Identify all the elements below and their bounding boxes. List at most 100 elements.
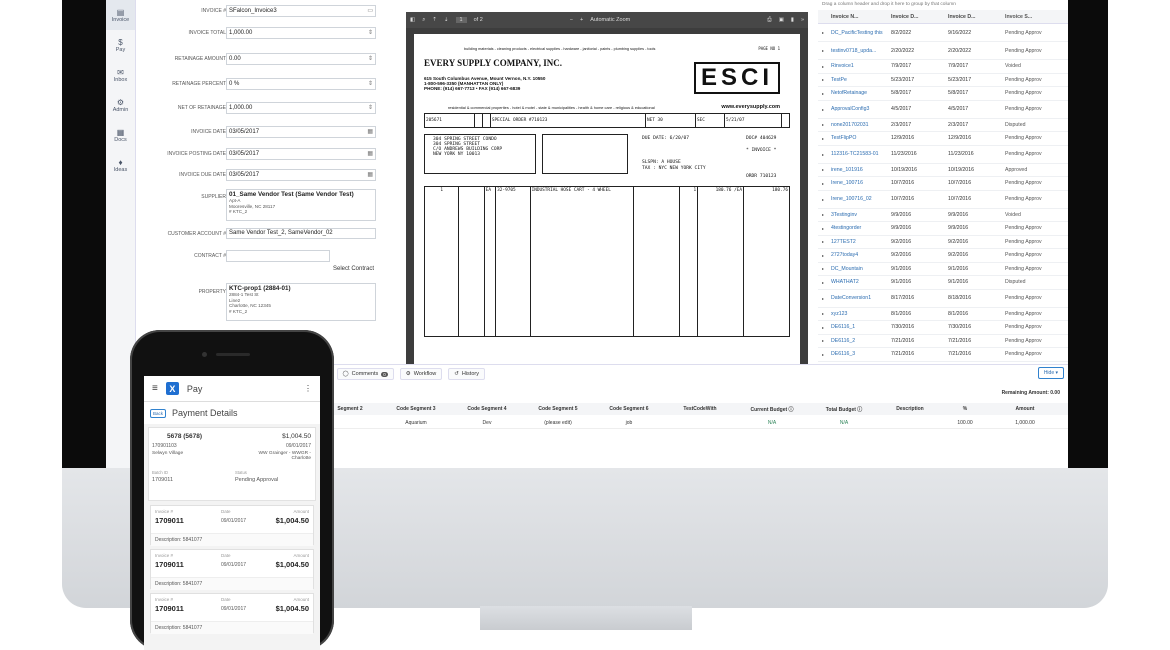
invoice-number-cell[interactable]: 112316-TC21583-01 (828, 151, 888, 157)
spinner-icon[interactable]: ⇕ (368, 79, 373, 89)
page-number-input[interactable]: 1 (455, 17, 467, 23)
table-row[interactable]: ▸ none201702031 2/3/2017 2/3/2017 Disputed (818, 119, 1068, 132)
coding-cell[interactable]: N/A (736, 420, 808, 426)
table-row[interactable]: ▸ NetofRetainage 5/8/2017 5/8/2017 Pending A… (818, 87, 1068, 101)
invoice-card[interactable]: Invoice #1709011 Date 09/01/2017 Amount $1,0… (150, 593, 314, 634)
column-header[interactable]: % (940, 406, 990, 412)
table-row[interactable]: ▸ xyz123 8/1/2016 8/1/2016 Pending Approv (818, 308, 1068, 321)
column-header[interactable]: Total Budget ⓘ (808, 406, 880, 413)
posting-date-field[interactable]: 03/05/2017 ▦ (226, 148, 376, 160)
spinner-icon[interactable]: ⇕ (368, 54, 373, 64)
table-row[interactable]: ▸ ApprovalConfig3 4/5/2017 4/5/2017 Pending … (818, 101, 1068, 119)
nav-item-admin[interactable]: ⚙ Admin (106, 90, 135, 120)
column-header[interactable]: TestCodeWith (664, 406, 736, 412)
invoice-number-cell[interactable]: DC_Mountain (828, 266, 888, 272)
table-row[interactable]: ▸ 4testingorder 9/9/2016 9/9/2016 Pending Ap… (818, 222, 1068, 236)
column-header[interactable]: Code Segment 4 (452, 406, 522, 412)
back-button[interactable]: Back (150, 408, 167, 418)
invoice-total-field[interactable]: 1,000.00 ⇕ (226, 27, 376, 39)
sidebar-toggle-icon[interactable]: ◧ (410, 17, 415, 23)
arrow-down-icon[interactable]: ⇣ (444, 17, 449, 23)
invoice-card[interactable]: Invoice #1709011 Date 09/01/2017 Amount $1,0… (150, 549, 314, 590)
expand-row-icon[interactable]: ▸ (818, 226, 828, 231)
expand-row-icon[interactable]: ▸ (818, 107, 828, 112)
table-row[interactable]: ▸ testinv0718_upda... 2/20/2022 2/20/2022 Pe… (818, 42, 1068, 60)
expand-row-icon[interactable]: ▸ (818, 296, 828, 301)
nav-item-ideas[interactable]: ♦ Ideas (106, 150, 135, 180)
table-row[interactable]: ▸ irene_101916 10/19/2016 10/19/2016 Approve… (818, 164, 1068, 177)
hamburger-menu-icon[interactable]: ≡ (152, 383, 158, 394)
coding-cell[interactable]: 1,000.00 (990, 420, 1060, 426)
bookmark-icon[interactable]: ▮ (791, 17, 794, 23)
tab-workflow[interactable]: ⚙ Workflow (399, 368, 443, 380)
invoice-date-field[interactable]: 03/05/2017 ▦ (226, 126, 376, 138)
coding-cell[interactable]: Dev (452, 420, 522, 426)
invoice-number-cell[interactable]: DE6116_3 (828, 351, 888, 357)
invoice-number-cell[interactable]: 3Testinginv (828, 212, 888, 218)
expand-row-icon[interactable]: ▸ (818, 253, 828, 258)
column-header[interactable]: Code Segment 3 (380, 406, 452, 412)
expand-row-icon[interactable]: ▸ (818, 325, 828, 330)
coding-cell[interactable]: Aquarium (380, 420, 452, 426)
table-row[interactable]: ▸ DE6116_3 7/21/2016 7/21/2016 Pending Appro… (818, 348, 1068, 362)
due-date-field[interactable]: 03/05/2017 ▦ (226, 169, 376, 181)
customer-account-field[interactable]: Same Vendor Test_2, SameVendor_02 (226, 228, 376, 239)
table-row[interactable]: ▸ DC_PacificTesting this 8/2/2022 9/16/2022… (818, 24, 1068, 42)
expand-row-icon[interactable]: ▸ (818, 212, 828, 217)
table-row[interactable]: ▸ DE6116_2 7/21/2016 7/21/2016 Pending Appro… (818, 335, 1068, 348)
table-row[interactable]: ▸ 112316-TC21583-01 11/23/2016 11/23/2016 Pe… (818, 146, 1068, 164)
coding-cell[interactable]: job (594, 420, 664, 426)
nav-item-docs[interactable]: ▦ Docs (106, 120, 135, 150)
expand-row-icon[interactable]: ▸ (818, 64, 828, 69)
select-contract-link[interactable]: Select Contract (333, 266, 374, 272)
download-icon[interactable]: ▣ (779, 17, 784, 23)
table-row[interactable]: ▸ TestPe 5/23/2017 5/23/2017 Pending Approv (818, 74, 1068, 87)
expand-row-icon[interactable]: ▸ (818, 239, 828, 244)
invoice-number-cell[interactable]: 4testingorder (828, 225, 888, 231)
table-row[interactable]: ▸ 3Testinginv 9/9/2016 9/9/2016 Voided (818, 209, 1068, 222)
invoice-number-field[interactable]: SFalcon_Invoice3 ▭ (226, 5, 376, 17)
supplier-field[interactable]: 01_Same Vendor Test (Same Vendor Test) A… (226, 189, 376, 221)
table-row[interactable]: ▸ DC_Mountain 9/1/2016 9/1/2016 Pending Appr… (818, 263, 1068, 276)
invoice-number-cell[interactable]: ApprovalConfig3 (828, 106, 888, 112)
expand-row-icon[interactable]: ▸ (818, 181, 828, 186)
property-field[interactable]: KTC-prop1 (2884-01) 2884-1 Test St Line2… (226, 283, 376, 321)
table-row[interactable]: ▸ WHATHAT2 9/1/2016 9/1/2016 Disputed (818, 276, 1068, 290)
coding-cell[interactable]: 100.00 (940, 420, 990, 426)
tab-comments[interactable]: ◯ Comments 0 (336, 368, 394, 380)
expand-row-icon[interactable]: ▸ (818, 338, 828, 343)
invoice-number-cell[interactable]: none201702031 (828, 122, 888, 128)
invoice-number-cell[interactable]: Irene_100716_02 (828, 196, 888, 202)
column-header[interactable]: Amount (990, 406, 1060, 412)
column-header[interactable]: Code Segment 6 (594, 406, 664, 412)
search-icon[interactable]: ⌕ (422, 17, 425, 24)
invoice-number-cell[interactable]: TestPe (828, 77, 888, 83)
expand-row-icon[interactable]: ▸ (818, 30, 828, 35)
invoice-number-cell[interactable]: irene_101916 (828, 167, 888, 173)
zoom-in-icon[interactable]: + (580, 17, 583, 23)
column-header[interactable]: Description (880, 406, 940, 412)
coding-table-row[interactable]: Aquarium Dev (please edit) job N/A N/A 100.00 1… (320, 417, 1068, 429)
retainage-amount-field[interactable]: 0.00 ⇕ (226, 53, 376, 65)
invoice-number-cell[interactable]: testinv0718_upda... (828, 48, 888, 54)
expand-row-icon[interactable]: ▸ (818, 136, 828, 141)
nav-item-invoice[interactable]: ▤ Invoice (106, 0, 135, 30)
expand-row-icon[interactable]: ▸ (818, 311, 828, 316)
expand-row-icon[interactable]: ▸ (818, 197, 828, 202)
expand-row-icon[interactable]: ▸ (818, 280, 828, 285)
more-tools-icon[interactable]: » (801, 17, 804, 23)
nav-item-pay[interactable]: $ Pay (106, 30, 135, 60)
spinner-icon[interactable]: ⇕ (368, 103, 373, 113)
invoice-card[interactable]: Invoice #1709011 Date 09/01/2017 Amount $1,0… (150, 505, 314, 546)
expand-row-icon[interactable]: ▸ (818, 91, 828, 96)
table-row[interactable]: ▸ DateConversion1 8/17/2016 8/18/2016 Pendin… (818, 290, 1068, 308)
invoice-number-cell[interactable]: Irene_100716 (828, 180, 888, 186)
column-header[interactable]: Code Segment 5 (522, 406, 594, 412)
table-row[interactable]: ▸ Rinvoice1 7/9/2017 7/9/2017 Voided (818, 60, 1068, 74)
calendar-icon[interactable]: ▦ (367, 127, 373, 137)
expand-row-icon[interactable]: ▸ (818, 77, 828, 82)
invoice-number-cell[interactable]: DE6116_2 (828, 338, 888, 344)
zoom-out-icon[interactable]: − (570, 17, 573, 23)
contract-field[interactable] (226, 250, 330, 262)
invoice-number-cell[interactable]: 2727today4 (828, 252, 888, 258)
